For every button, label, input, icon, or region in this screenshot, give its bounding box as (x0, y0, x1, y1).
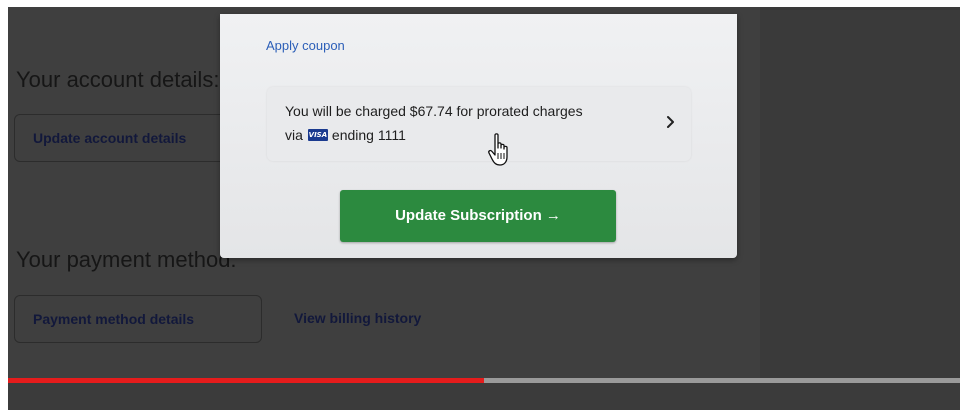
payment-method-details-button[interactable]: Payment method details (14, 295, 262, 343)
payment-card-line: via VISA ending 1111 (285, 127, 406, 143)
card-ending-text: ending 1111 (331, 127, 406, 143)
chevron-right-icon (667, 116, 674, 128)
via-text: via (285, 127, 303, 143)
update-subscription-button[interactable]: Update Subscription → (340, 190, 616, 242)
dark-side-panel (760, 7, 960, 410)
video-controls-bar (8, 383, 960, 410)
apply-coupon-link[interactable]: Apply coupon (266, 38, 345, 53)
screenshot-frame: Your account details: Update account det… (0, 0, 960, 410)
visa-card-icon: VISA (307, 129, 328, 141)
hand-pointer-icon (488, 133, 508, 166)
view-billing-history-link[interactable]: View billing history (294, 310, 421, 326)
video-frame: Your account details: Update account det… (8, 7, 960, 410)
charge-summary-card[interactable]: You will be charged $67.74 for prorated … (267, 87, 691, 161)
payment-method-heading: Your payment method: (16, 247, 237, 272)
charge-amount-text: You will be charged $67.74 for prorated … (285, 103, 583, 119)
account-details-heading: Your account details: (16, 67, 220, 92)
update-subscription-modal: Apply coupon You will be charged $67.74 … (220, 14, 737, 258)
